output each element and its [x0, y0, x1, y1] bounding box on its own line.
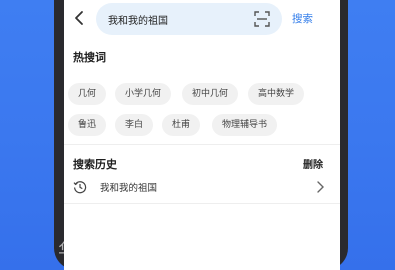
hot-tag[interactable]: 杜甫 [162, 114, 201, 136]
hot-tag[interactable]: 物理辅导书 [212, 114, 278, 136]
search-input[interactable] [108, 11, 248, 27]
search-box[interactable] [96, 3, 282, 35]
hot-tag[interactable]: 几何 [68, 83, 107, 105]
app-screen: 搜索 热搜词 几何 小学几何 初中几何 高中数学 鲁迅 李白 杜甫 物理辅导书 … [64, 0, 340, 270]
divider [64, 203, 340, 204]
search-button[interactable]: 搜索 [292, 11, 313, 26]
history-title: 搜索历史 [73, 158, 117, 171]
hot-search-title: 热搜词 [73, 51, 106, 64]
back-arrow-icon[interactable] [72, 10, 88, 26]
chevron-right-icon [317, 181, 324, 193]
scan-icon[interactable] [254, 11, 270, 27]
history-item-label: 我和我的祖国 [100, 183, 158, 194]
divider [64, 144, 340, 145]
delete-history-button[interactable]: 删除 [303, 156, 323, 171]
hot-tag[interactable]: 李白 [115, 114, 154, 136]
history-item[interactable]: 我和我的祖国 [64, 176, 340, 198]
watermark-text: 华创应用 • HUACHUANGZS.COM [58, 241, 337, 261]
history-clock-icon [73, 181, 87, 194]
hot-tag[interactable]: 高中数学 [248, 83, 305, 105]
hot-tag[interactable]: 小学几何 [115, 83, 172, 105]
hot-tag[interactable]: 初中几何 [182, 83, 239, 105]
hot-tag[interactable]: 鲁迅 [68, 114, 107, 136]
